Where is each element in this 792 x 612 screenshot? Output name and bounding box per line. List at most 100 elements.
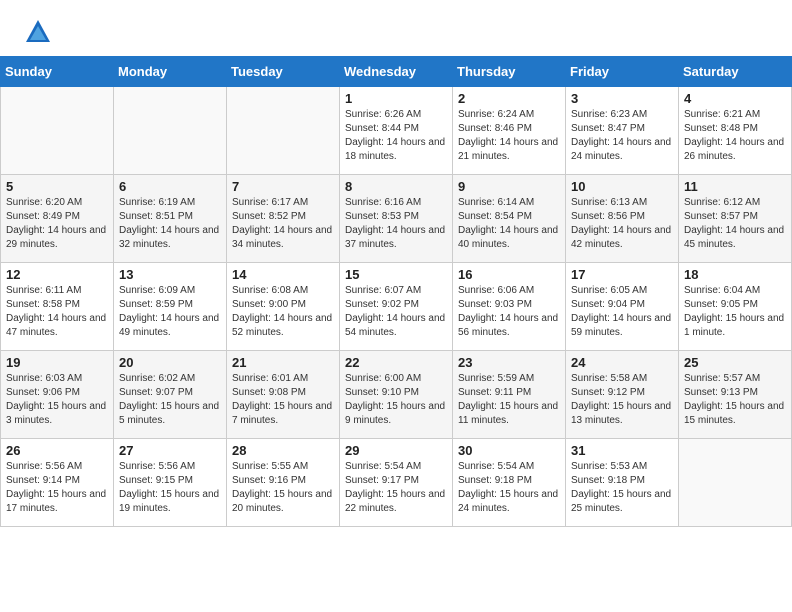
calendar-cell: 22 Sunrise: 6:00 AMSunset: 9:10 PMDayligh…	[340, 351, 453, 439]
day-number: 2	[458, 91, 560, 106]
column-header-tuesday: Tuesday	[227, 57, 340, 87]
calendar-cell: 7Sunrise: 6:17 AMSunset: 8:52 PMDaylight…	[227, 175, 340, 263]
column-header-wednesday: Wednesday	[340, 57, 453, 87]
column-header-sunday: Sunday	[1, 57, 114, 87]
calendar-cell: 5 Sunrise: 6:20 AMSunset: 8:49 PMDaylight…	[1, 175, 114, 263]
day-info: Sunrise: 5:54 AMSunset: 9:17 PMDaylight:…	[345, 460, 447, 516]
day-number: 6	[119, 179, 221, 194]
week-row-2: 5 Sunrise: 6:20 AMSunset: 8:49 PMDaylight…	[1, 175, 792, 263]
day-info: Sunrise: 6:23 AMSunset: 8:47 PMDaylight:…	[571, 108, 673, 164]
calendar-cell	[679, 439, 792, 527]
calendar-cell: 2Sunrise: 6:24 AMSunset: 8:46 PMDaylight…	[453, 87, 566, 175]
calendar-cell: 6 Sunrise: 6:19 AMSunset: 8:51 PMDaylight…	[114, 175, 227, 263]
logo	[24, 18, 56, 46]
day-number: 19	[6, 355, 108, 370]
calendar-cell: 11 Sunrise: 6:12 AMSunset: 8:57 PMDayligh…	[679, 175, 792, 263]
day-number: 16	[458, 267, 560, 282]
calendar-cell: 9 Sunrise: 6:14 AMSunset: 8:54 PMDaylight…	[453, 175, 566, 263]
day-info: Sunrise: 6:05 AMSunset: 9:04 PMDaylight:…	[571, 284, 673, 340]
day-number: 31	[571, 443, 673, 458]
day-number: 27	[119, 443, 221, 458]
day-info: Sunrise: 6:03 AMSunset: 9:06 PMDaylight:…	[6, 372, 108, 428]
day-number: 20	[119, 355, 221, 370]
day-info: Sunrise: 6:02 AMSunset: 9:07 PMDaylight:…	[119, 372, 221, 428]
week-row-3: 12 Sunrise: 6:11 AMSunset: 8:58 PMDayligh…	[1, 263, 792, 351]
calendar-cell: 30Sunrise: 5:54 AMSunset: 9:18 PMDayligh…	[453, 439, 566, 527]
calendar-cell: 19 Sunrise: 6:03 AMSunset: 9:06 PMDayligh…	[1, 351, 114, 439]
day-number: 25	[684, 355, 786, 370]
calendar-cell: 13 Sunrise: 6:09 AMSunset: 8:59 PMDayligh…	[114, 263, 227, 351]
day-info: Sunrise: 6:19 AMSunset: 8:51 PMDaylight:…	[119, 196, 221, 252]
day-number: 11	[684, 179, 786, 194]
column-header-friday: Friday	[566, 57, 679, 87]
calendar-cell: 27Sunrise: 5:56 AMSunset: 9:15 PMDayligh…	[114, 439, 227, 527]
day-info: Sunrise: 6:11 AMSunset: 8:58 PMDaylight:…	[6, 284, 108, 340]
day-info: Sunrise: 5:59 AMSunset: 9:11 PMDaylight:…	[458, 372, 560, 428]
calendar-cell: 20 Sunrise: 6:02 AMSunset: 9:07 PMDayligh…	[114, 351, 227, 439]
logo-icon	[24, 18, 52, 46]
day-number: 4	[684, 91, 786, 106]
calendar-cell: 26 Sunrise: 5:56 AMSunset: 9:14 PMDayligh…	[1, 439, 114, 527]
day-number: 30	[458, 443, 560, 458]
day-info: Sunrise: 6:04 AMSunset: 9:05 PMDaylight:…	[684, 284, 786, 340]
day-number: 5	[6, 179, 108, 194]
day-number: 17	[571, 267, 673, 282]
calendar-cell: 16 Sunrise: 6:06 AMSunset: 9:03 PMDayligh…	[453, 263, 566, 351]
calendar-table: SundayMondayTuesdayWednesdayThursdayFrid…	[0, 56, 792, 527]
day-number: 13	[119, 267, 221, 282]
calendar-cell: 12 Sunrise: 6:11 AMSunset: 8:58 PMDayligh…	[1, 263, 114, 351]
day-number: 3	[571, 91, 673, 106]
calendar-cell	[227, 87, 340, 175]
day-info: Sunrise: 5:56 AMSunset: 9:14 PMDaylight:…	[6, 460, 108, 516]
calendar-cell: 17 Sunrise: 6:05 AMSunset: 9:04 PMDayligh…	[566, 263, 679, 351]
calendar-cell: 28 Sunrise: 5:55 AMSunset: 9:16 PMDayligh…	[227, 439, 340, 527]
calendar-cell	[114, 87, 227, 175]
day-number: 10	[571, 179, 673, 194]
day-info: Sunrise: 6:20 AMSunset: 8:49 PMDaylight:…	[6, 196, 108, 252]
day-number: 12	[6, 267, 108, 282]
calendar-cell: 24 Sunrise: 5:58 AMSunset: 9:12 PMDayligh…	[566, 351, 679, 439]
calendar-cell: 8 Sunrise: 6:16 AMSunset: 8:53 PMDaylight…	[340, 175, 453, 263]
day-info: Sunrise: 6:01 AMSunset: 9:08 PMDaylight:…	[232, 372, 334, 428]
calendar-cell: 31Sunrise: 5:53 AMSunset: 9:18 PMDayligh…	[566, 439, 679, 527]
day-number: 28	[232, 443, 334, 458]
day-info: Sunrise: 6:13 AMSunset: 8:56 PMDaylight:…	[571, 196, 673, 252]
calendar-cell: 14 Sunrise: 6:08 AMSunset: 9:00 PMDayligh…	[227, 263, 340, 351]
day-number: 7	[232, 179, 334, 194]
day-number: 1	[345, 91, 447, 106]
day-number: 15	[345, 267, 447, 282]
day-info: Sunrise: 6:12 AMSunset: 8:57 PMDaylight:…	[684, 196, 786, 252]
day-info: Sunrise: 5:58 AMSunset: 9:12 PMDaylight:…	[571, 372, 673, 428]
calendar-header-row: SundayMondayTuesdayWednesdayThursdayFrid…	[1, 57, 792, 87]
column-header-saturday: Saturday	[679, 57, 792, 87]
day-info: Sunrise: 6:00 AMSunset: 9:10 PMDaylight:…	[345, 372, 447, 428]
day-info: Sunrise: 6:06 AMSunset: 9:03 PMDaylight:…	[458, 284, 560, 340]
calendar-cell: 3 Sunrise: 6:23 AMSunset: 8:47 PMDaylight…	[566, 87, 679, 175]
day-info: Sunrise: 6:09 AMSunset: 8:59 PMDaylight:…	[119, 284, 221, 340]
day-number: 18	[684, 267, 786, 282]
day-number: 9	[458, 179, 560, 194]
day-info: Sunrise: 5:55 AMSunset: 9:16 PMDaylight:…	[232, 460, 334, 516]
week-row-4: 19 Sunrise: 6:03 AMSunset: 9:06 PMDayligh…	[1, 351, 792, 439]
calendar-cell: 23Sunrise: 5:59 AMSunset: 9:11 PMDayligh…	[453, 351, 566, 439]
calendar-cell: 18 Sunrise: 6:04 AMSunset: 9:05 PMDayligh…	[679, 263, 792, 351]
day-number: 8	[345, 179, 447, 194]
day-number: 22	[345, 355, 447, 370]
day-info: Sunrise: 6:07 AMSunset: 9:02 PMDaylight:…	[345, 284, 447, 340]
calendar-cell	[1, 87, 114, 175]
column-header-monday: Monday	[114, 57, 227, 87]
calendar-cell: 1Sunrise: 6:26 AMSunset: 8:44 PMDaylight…	[340, 87, 453, 175]
day-info: Sunrise: 6:14 AMSunset: 8:54 PMDaylight:…	[458, 196, 560, 252]
calendar-cell: 29 Sunrise: 5:54 AMSunset: 9:17 PMDayligh…	[340, 439, 453, 527]
column-header-thursday: Thursday	[453, 57, 566, 87]
day-info: Sunrise: 5:57 AMSunset: 9:13 PMDaylight:…	[684, 372, 786, 428]
calendar-cell: 10 Sunrise: 6:13 AMSunset: 8:56 PMDayligh…	[566, 175, 679, 263]
day-number: 29	[345, 443, 447, 458]
day-info: Sunrise: 6:16 AMSunset: 8:53 PMDaylight:…	[345, 196, 447, 252]
week-row-5: 26 Sunrise: 5:56 AMSunset: 9:14 PMDayligh…	[1, 439, 792, 527]
day-number: 21	[232, 355, 334, 370]
day-number: 24	[571, 355, 673, 370]
day-info: Sunrise: 6:08 AMSunset: 9:00 PMDaylight:…	[232, 284, 334, 340]
day-number: 26	[6, 443, 108, 458]
day-number: 14	[232, 267, 334, 282]
